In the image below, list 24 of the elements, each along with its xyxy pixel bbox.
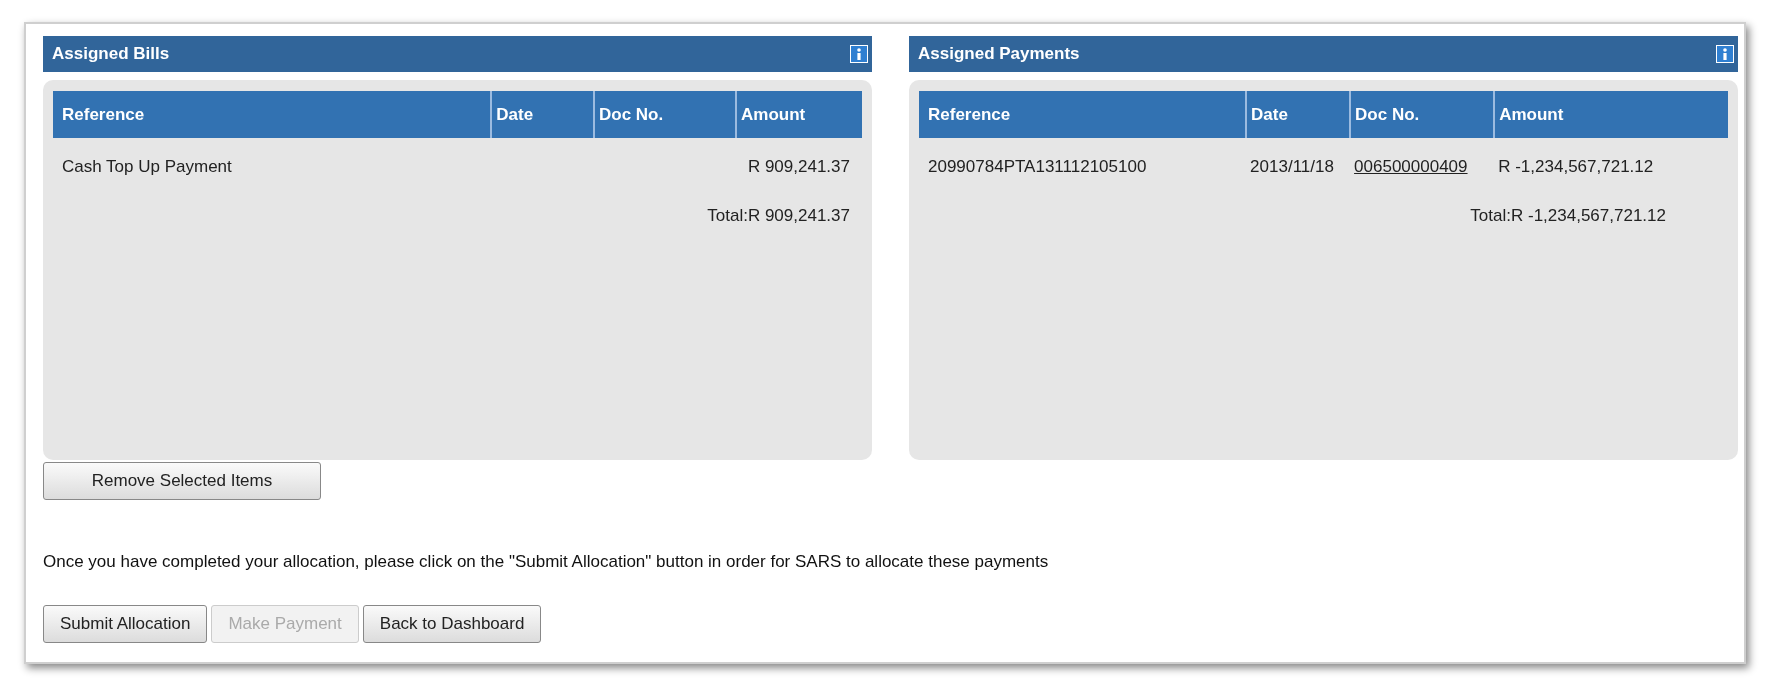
total-amount: Total:R 909,241.37 [707, 206, 850, 225]
column-header: Doc No. [594, 91, 736, 138]
column-header: Reference [919, 91, 1247, 138]
remove-button[interactable]: Remove Selected Items [43, 462, 321, 500]
table-cell: 20990784PTA131112105100 [919, 138, 1247, 196]
table-cell: Cash Top Up Payment [53, 138, 492, 196]
total-amount: Total:R -1,234,567,721.12 [1470, 206, 1666, 225]
column-header: Reference [53, 91, 492, 138]
panel-title: Assigned Payments [918, 44, 1080, 64]
instruction-text: Once you have completed your allocation, please click on the "Submit Allocation" button in order for SARS to allocate these payments [43, 552, 1050, 572]
doc-link[interactable]: 006500000409 [1354, 157, 1468, 176]
panel-title: Assigned Bills [52, 44, 170, 64]
column-header: Date [1246, 91, 1351, 138]
table-cell: R -1,234,567,721.12 [1494, 138, 1728, 196]
table-cell: R 909,241.37 [736, 138, 862, 196]
action-button[interactable]: Submit Allocation [43, 605, 208, 643]
column-header: Amount [1494, 91, 1728, 138]
column-header: Doc No. [1350, 91, 1495, 138]
info-icon[interactable] [1716, 45, 1734, 63]
table-cell: 2013/11/18 [1250, 157, 1334, 176]
column-header: Date [491, 91, 594, 138]
info-icon[interactable] [850, 45, 868, 63]
column-header: Amount [736, 91, 862, 138]
action-button[interactable]: Back to Dashboard [362, 605, 542, 643]
